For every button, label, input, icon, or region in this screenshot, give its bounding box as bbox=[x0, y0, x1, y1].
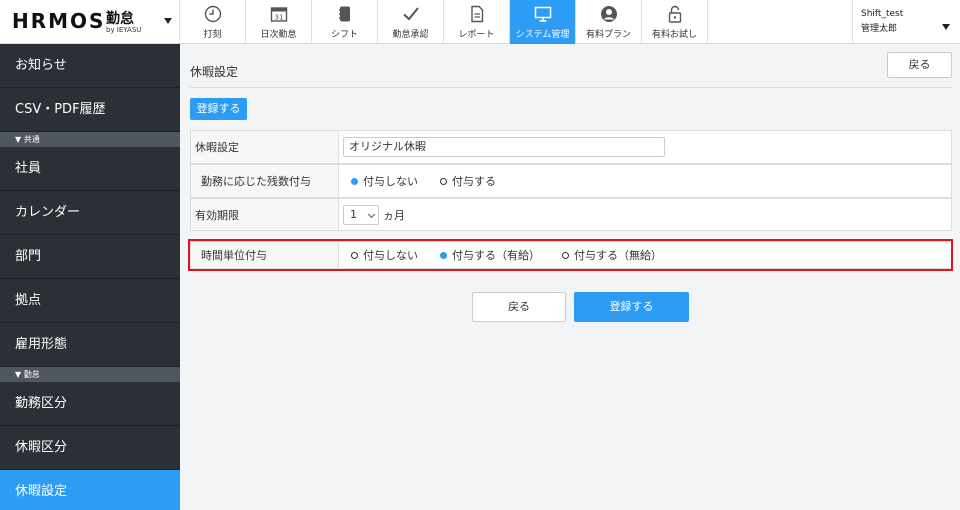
register-button[interactable]: 登録する bbox=[190, 98, 247, 120]
form-row-name: 休暇設定 オリジナル休暇 bbox=[190, 130, 952, 164]
form-field: 1 ヵ月 bbox=[339, 199, 951, 230]
back-button[interactable]: 戻る bbox=[887, 52, 952, 78]
nav-label: レポート bbox=[458, 30, 495, 40]
document-icon bbox=[444, 4, 509, 24]
nav-approval[interactable]: 勤怠承認 bbox=[378, 0, 444, 44]
main-content: 休暇設定 戻る 登録する 休暇設定 オリジナル休暇 勤務に応じた残数付与 付与し… bbox=[180, 44, 960, 510]
sidebar-item-location[interactable]: 拠点 bbox=[0, 279, 180, 323]
user-circle-icon bbox=[576, 4, 641, 24]
form-field: 付与しない 付与する bbox=[339, 165, 951, 197]
form-row-expiry: 有効期限 1 ヵ月 bbox=[190, 198, 952, 231]
top-nav: 打刻 31 日次勤怠 シフト 勤怠承認 レポート システム管理 有料プラン 有料… bbox=[180, 0, 708, 44]
user-role: 管理太郎 bbox=[861, 24, 898, 34]
sidebar-section-common[interactable]: ▼ 共通 bbox=[0, 132, 180, 147]
radio-label: 付与する bbox=[452, 175, 496, 188]
caret-down-icon[interactable] bbox=[942, 24, 950, 30]
nav-report[interactable]: レポート bbox=[444, 0, 510, 44]
page-title: 休暇設定 bbox=[190, 65, 239, 79]
check-icon bbox=[378, 4, 443, 24]
logo-sub: by IEYASU bbox=[106, 26, 142, 34]
unlock-icon bbox=[642, 4, 707, 24]
sidebar-item-employment-type[interactable]: 雇用形態 bbox=[0, 323, 180, 367]
highlight-box bbox=[188, 239, 953, 271]
user-name: Shift_test bbox=[861, 9, 904, 19]
radio-empty-icon bbox=[440, 177, 447, 185]
nav-label: シフト bbox=[330, 30, 358, 40]
grant-radio-no[interactable]: 付与しない bbox=[351, 173, 418, 189]
form-label: 有効期限 bbox=[191, 199, 339, 230]
nav-label: 勤怠承認 bbox=[392, 30, 429, 40]
form-label: 勤務に応じた残数付与 bbox=[191, 165, 339, 197]
expiry-select[interactable]: 1 bbox=[343, 204, 379, 225]
sidebar-item-leave-category[interactable]: 休暇区分 bbox=[0, 426, 180, 470]
chevron-down-icon bbox=[367, 210, 376, 218]
sidebar-item-calendar[interactable]: カレンダー bbox=[0, 191, 180, 235]
nav-label: 日次勤怠 bbox=[260, 30, 297, 40]
radio-selected-icon bbox=[351, 177, 358, 185]
nav-label: 打刻 bbox=[203, 30, 222, 40]
nav-daily[interactable]: 31 日次勤怠 bbox=[246, 0, 312, 44]
divider bbox=[190, 87, 952, 88]
register-button-bottom[interactable]: 登録する bbox=[574, 292, 689, 322]
logo-product: 勤怠 bbox=[106, 11, 134, 27]
notebook-icon bbox=[312, 4, 377, 24]
expiry-unit: ヵ月 bbox=[383, 208, 405, 222]
monitor-icon bbox=[510, 4, 575, 24]
nav-shift[interactable]: シフト bbox=[312, 0, 378, 44]
calendar-icon: 31 bbox=[246, 4, 311, 24]
form-label: 休暇設定 bbox=[191, 131, 339, 163]
sidebar-item-csv-history[interactable]: CSV・PDF履歴 bbox=[0, 88, 180, 132]
nav-punch[interactable]: 打刻 bbox=[180, 0, 246, 44]
select-value: 1 bbox=[350, 207, 357, 221]
app-header: HRMOS 勤怠 by IEYASU 打刻 31 日次勤怠 シフト 勤怠承認 レ… bbox=[0, 0, 960, 44]
radio-label: 付与しない bbox=[363, 175, 418, 188]
nav-label: システム管理 bbox=[515, 30, 570, 40]
sidebar: お知らせ CSV・PDF履歴 ▼ 共通 社員 カレンダー 部門 拠点 雇用形態 … bbox=[0, 44, 180, 510]
brand-logo[interactable]: HRMOS 勤怠 by IEYASU bbox=[0, 0, 180, 44]
grant-radio-yes[interactable]: 付与する bbox=[440, 173, 496, 189]
svg-text:31: 31 bbox=[274, 14, 283, 22]
form-field: オリジナル休暇 bbox=[339, 131, 951, 163]
leave-name-input[interactable]: オリジナル休暇 bbox=[343, 137, 665, 157]
nav-paid-plan[interactable]: 有料プラン bbox=[576, 0, 642, 44]
nav-trial[interactable]: 有料お試し bbox=[642, 0, 708, 44]
nav-label: 有料お試し bbox=[651, 30, 697, 40]
nav-label: 有料プラン bbox=[585, 30, 631, 40]
nav-system[interactable]: システム管理 bbox=[510, 0, 576, 44]
caret-down-icon[interactable] bbox=[164, 18, 172, 24]
sidebar-item-department[interactable]: 部門 bbox=[0, 235, 180, 279]
sidebar-item-work-category[interactable]: 勤務区分 bbox=[0, 382, 180, 426]
user-menu[interactable]: Shift_test 管理太郎 bbox=[852, 0, 960, 44]
sidebar-item-employees[interactable]: 社員 bbox=[0, 147, 180, 191]
form-row-grant: 勤務に応じた残数付与 付与しない 付与する bbox=[190, 164, 952, 198]
clock-icon bbox=[180, 4, 245, 24]
sidebar-section-attendance[interactable]: ▼ 勤怠 bbox=[0, 367, 180, 382]
logo-text: HRMOS bbox=[12, 9, 106, 33]
sidebar-item-news[interactable]: お知らせ bbox=[0, 44, 180, 88]
back-button-bottom[interactable]: 戻る bbox=[472, 292, 566, 322]
sidebar-item-leave-settings[interactable]: 休暇設定 bbox=[0, 470, 180, 510]
